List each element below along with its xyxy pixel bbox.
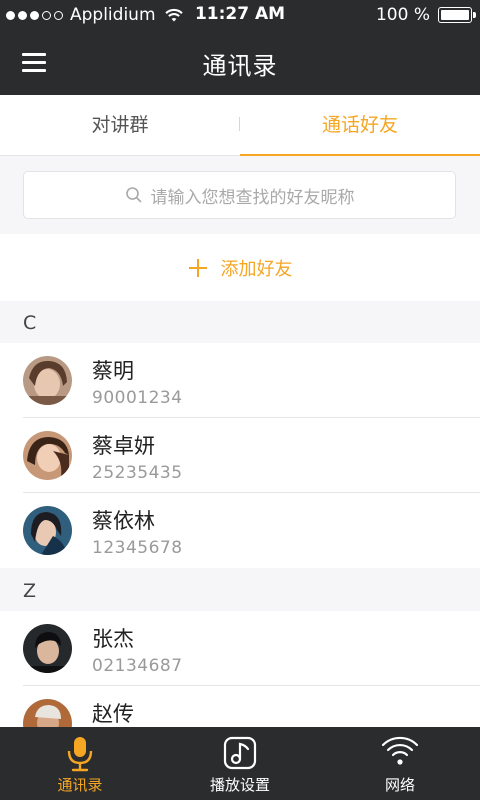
search-placeholder: 请输入您想查找的好友昵称 — [150, 187, 355, 208]
wifi-icon — [382, 736, 418, 765]
add-friend-label: 添加好友 — [220, 258, 293, 280]
search-icon — [125, 187, 141, 203]
contact-name: 蔡明 — [92, 359, 134, 383]
bottom-tab-playback-settings[interactable]: 播放设置 — [160, 727, 320, 800]
plus-icon — [188, 258, 207, 277]
battery-icon — [438, 7, 476, 23]
bottom-tab-contacts[interactable]: 通讯录 — [0, 727, 160, 800]
list-item[interactable]: 张杰 02134687 — [0, 611, 480, 686]
avatar — [23, 356, 72, 405]
bottom-tab-label: 通讯录 — [57, 776, 103, 794]
page-title: 通讯录 — [202, 52, 278, 80]
add-friend-button[interactable]: 添加好友 — [0, 234, 480, 301]
top-bar: Applidium 11:27 AM 100 % 通讯录 — [0, 0, 480, 95]
tab-call-friends[interactable]: 通话好友 — [240, 95, 480, 156]
section-header-z: Z — [0, 569, 480, 611]
contact-number: 90001234 — [92, 388, 183, 408]
bottom-tab-label: 网络 — [384, 776, 415, 794]
avatar — [23, 506, 72, 555]
tab-intercom-groups[interactable]: 对讲群 — [0, 95, 240, 156]
contact-name: 赵传 — [92, 702, 134, 726]
list-item[interactable]: 蔡明 90001234 — [0, 343, 480, 418]
contact-name: 蔡依林 — [92, 509, 155, 533]
music-note-icon — [223, 736, 257, 770]
contact-number: 12345678 — [92, 538, 183, 558]
bottom-tab-network[interactable]: 网络 — [320, 727, 480, 800]
bottom-tab-bar: 通讯录 播放设置 网络 — [0, 727, 480, 800]
navigation-bar: 通讯录 — [0, 30, 480, 95]
battery-percentage: 100 % — [375, 5, 430, 25]
contact-number: 25235435 — [92, 463, 183, 483]
active-tab-indicator — [240, 154, 480, 156]
search-input[interactable]: 请输入您想查找的好友昵称 — [23, 171, 456, 219]
status-right: 100 % — [375, 5, 476, 25]
search-area: 请输入您想查找的好友昵称 — [0, 157, 480, 234]
avatar — [23, 431, 72, 480]
contact-name: 蔡卓妍 — [92, 434, 155, 458]
microphone-icon — [67, 737, 93, 772]
avatar — [23, 624, 72, 673]
segment-tabs: 对讲群 通话好友 — [0, 95, 480, 156]
contact-number: 02134687 — [92, 656, 183, 676]
section-header-c: C — [0, 301, 480, 343]
status-bar: Applidium 11:27 AM 100 % — [0, 0, 480, 30]
bottom-tab-label: 播放设置 — [209, 776, 270, 794]
list-item[interactable]: 蔡卓妍 25235435 — [0, 418, 480, 493]
contact-name: 张杰 — [92, 627, 134, 651]
list-item[interactable]: 蔡依林 12345678 — [0, 493, 480, 568]
